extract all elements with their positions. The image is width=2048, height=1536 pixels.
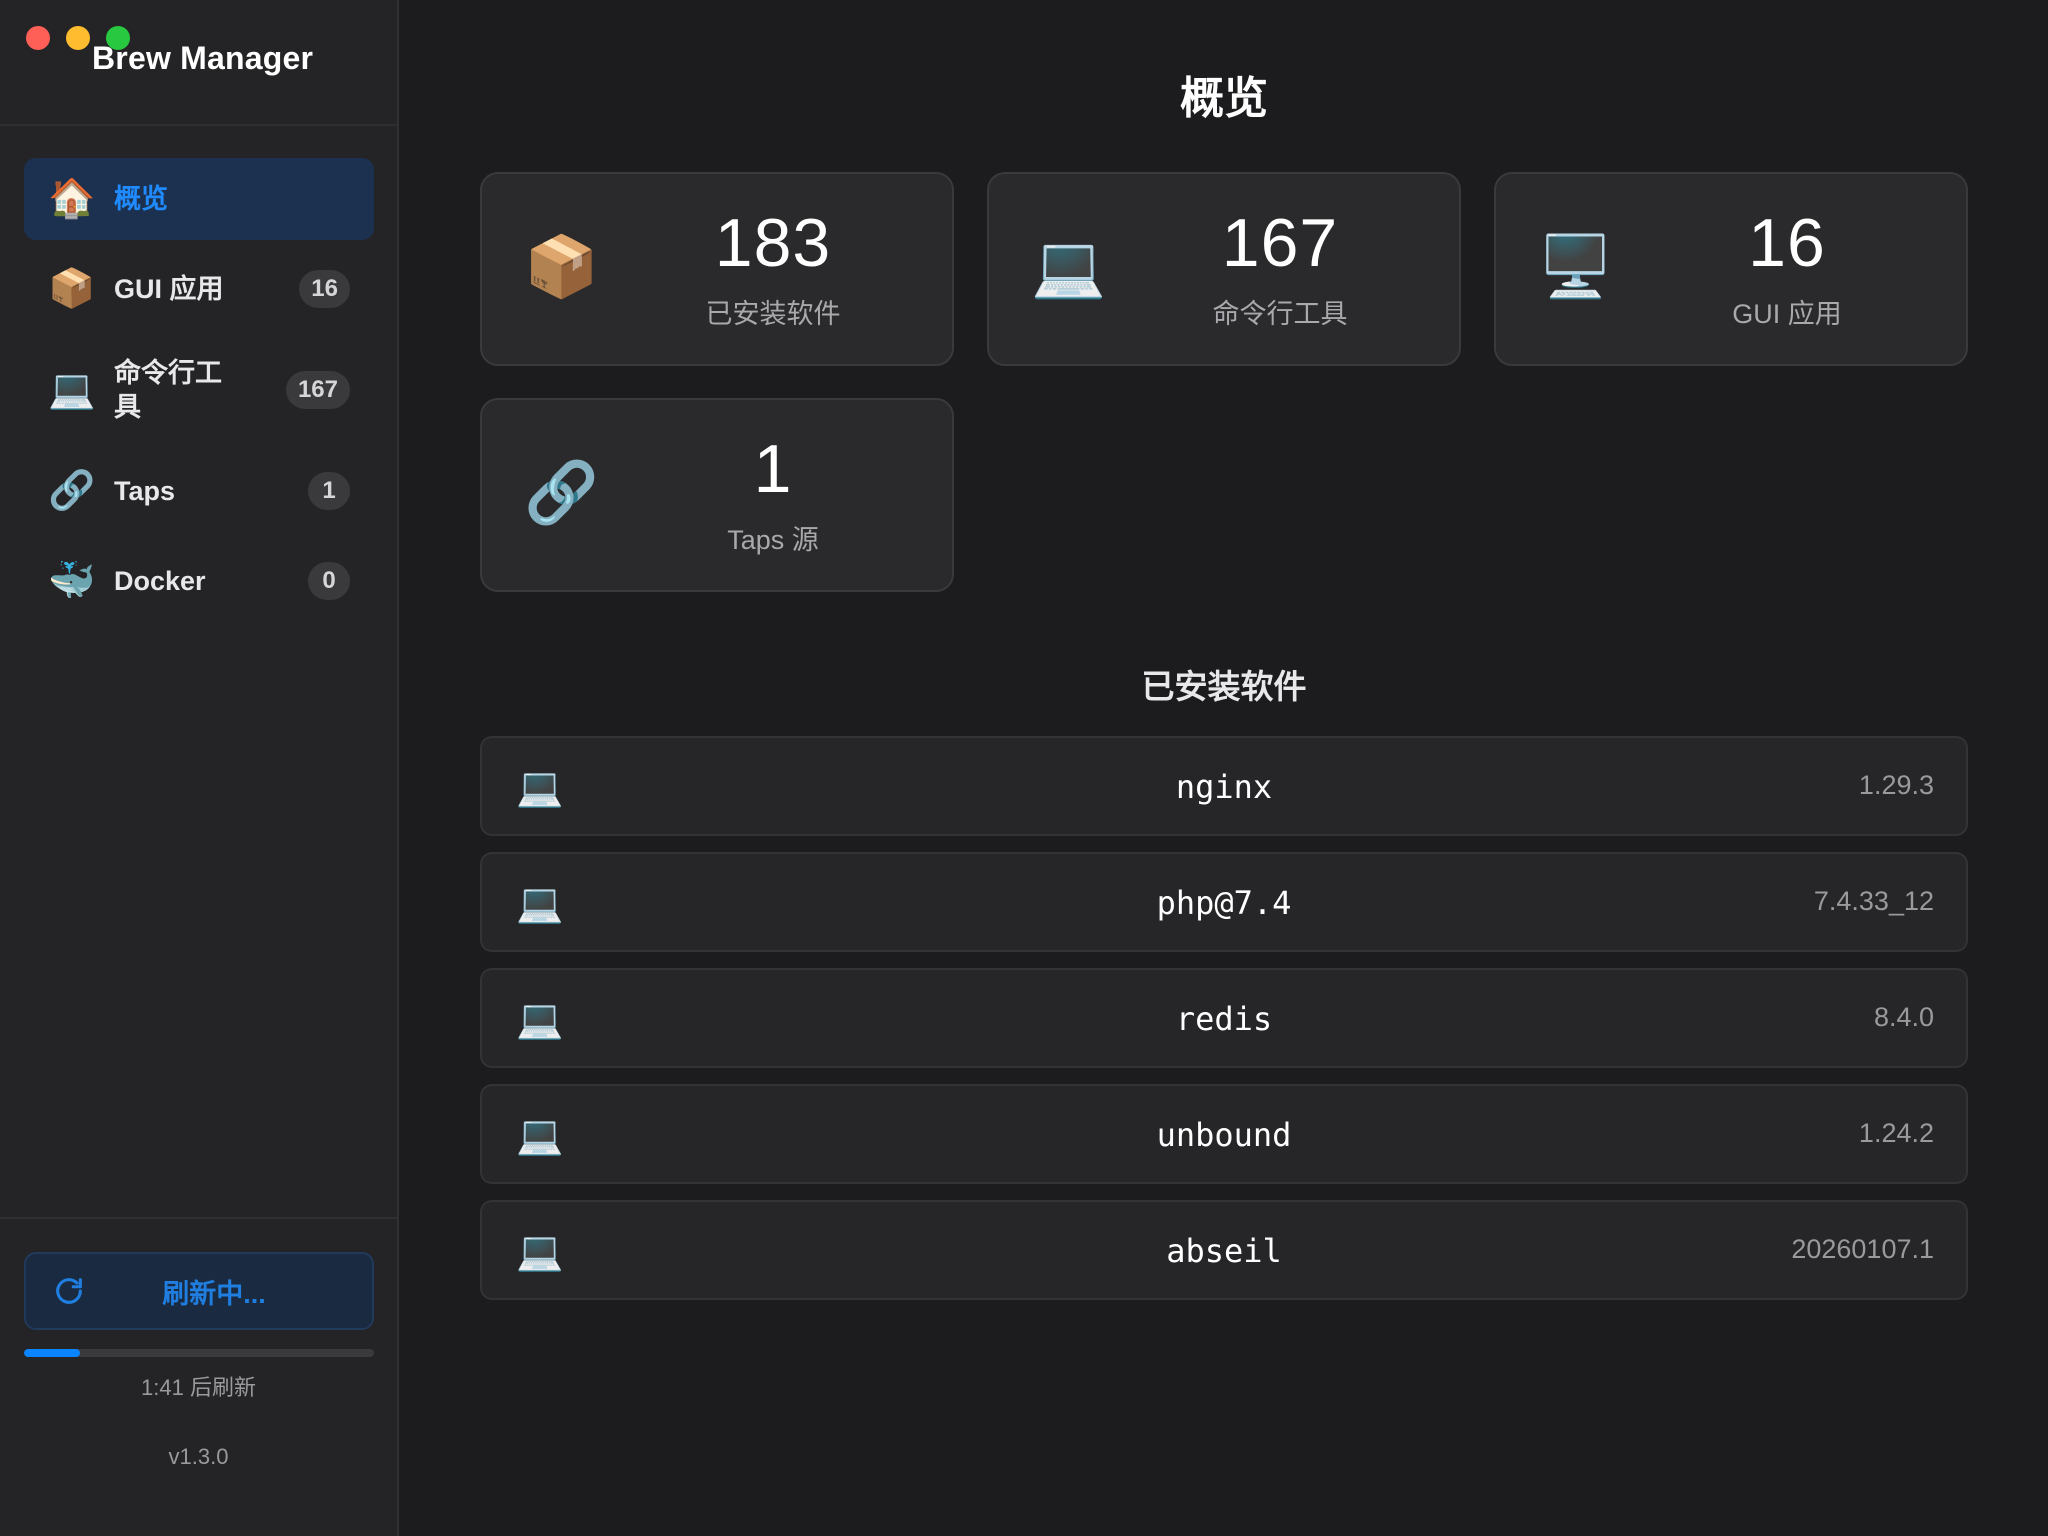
app-version: v1.3.0 (168, 1444, 229, 1469)
count-badge: 1 (308, 472, 350, 510)
sidebar-item-docker[interactable]: 🐳 Docker 0 (24, 540, 374, 622)
package-version: 1.29.3 (1858, 770, 1934, 800)
sidebar-item-label: GUI 应用 (114, 274, 224, 304)
stat-card-installed[interactable]: 📦 183 已安装软件 (480, 172, 954, 366)
stat-card-taps[interactable]: 🔗 1 Taps 源 (480, 398, 954, 592)
stat-card-gui-apps[interactable]: 🖥️ 16 GUI 应用 (1494, 172, 1968, 366)
refresh-button[interactable]: 刷新中... (24, 1252, 374, 1330)
package-name: abseil (1166, 1232, 1282, 1270)
refresh-progress-bar (24, 1349, 374, 1357)
package-row[interactable]: 💻 redis 8.4.0 (480, 968, 1968, 1068)
stat-card-cli-tools[interactable]: 💻 167 命令行工具 (987, 172, 1461, 366)
laptop-icon: 💻 (1031, 233, 1106, 300)
sidebar-item-label: 命令行工具 (114, 358, 222, 422)
package-version: 7.4.33_12 (1813, 886, 1934, 916)
stat-value: 1 (753, 431, 793, 507)
stat-value: 167 (1221, 205, 1339, 281)
stat-label: 命令行工具 (1212, 299, 1348, 329)
main-content: 概览 📦 183 已安装软件 💻 167 命令行工具 🖥️ 16 GUI 应用 … (400, 0, 2048, 1536)
section-title: 已安装软件 (1141, 668, 1307, 705)
sidebar-item-label: Taps (114, 476, 176, 506)
link-icon: 🔗 (524, 459, 599, 526)
sidebar-item-label: Docker (114, 566, 206, 596)
sidebar-divider (0, 124, 397, 126)
count-badge: 16 (299, 270, 350, 308)
stat-label: GUI 应用 (1732, 299, 1842, 329)
whale-icon: 🐳 (48, 560, 96, 602)
refresh-progress-fill (24, 1349, 80, 1357)
refresh-countdown: 1:41 后刷新 (141, 1375, 256, 1400)
refresh-icon (56, 1278, 82, 1304)
package-name: redis (1175, 1000, 1273, 1038)
sidebar-item-gui-apps[interactable]: 📦 GUI 应用 16 (24, 248, 374, 330)
link-icon: 🔗 (48, 470, 96, 512)
package-row[interactable]: 💻 unbound 1.24.2 (480, 1084, 1968, 1184)
package-name: unbound (1156, 1116, 1292, 1154)
close-window-button[interactable] (26, 26, 50, 50)
package-row[interactable]: 💻 nginx 1.29.3 (480, 736, 1968, 836)
stat-value: 16 (1748, 205, 1826, 281)
package-name: nginx (1175, 768, 1273, 806)
app-window: Brew Manager 🏠 概览 📦 GUI 应用 16 💻 命令行工具 16… (0, 0, 2048, 1536)
package-row[interactable]: 💻 abseil 20260107.1 (480, 1200, 1968, 1300)
sidebar-nav: 🏠 概览 📦 GUI 应用 16 💻 命令行工具 167 🔗 Taps 1 🐳 (24, 158, 374, 630)
app-title: Brew Manager (92, 40, 314, 76)
package-name: php@7.4 (1156, 884, 1292, 922)
minimize-window-button[interactable] (66, 26, 90, 50)
count-badge: 167 (285, 371, 350, 409)
package-icon: 📦 (48, 268, 96, 310)
package-row[interactable]: 💻 php@7.4 7.4.33_12 (480, 852, 1968, 952)
sidebar-item-label: 概览 (114, 184, 168, 214)
stat-label: Taps 源 (727, 525, 819, 555)
sidebar-item-cli-tools[interactable]: 💻 命令行工具 167 (24, 338, 374, 442)
stat-label: 已安装软件 (705, 299, 841, 329)
house-icon: 🏠 (48, 178, 96, 220)
sidebar: Brew Manager 🏠 概览 📦 GUI 应用 16 💻 命令行工具 16… (0, 0, 399, 1536)
sidebar-item-taps[interactable]: 🔗 Taps 1 (24, 450, 374, 532)
count-badge: 0 (308, 562, 350, 600)
package-icon: 📦 (524, 233, 599, 300)
sidebar-item-overview[interactable]: 🏠 概览 (24, 158, 374, 240)
laptop-icon: 💻 (48, 369, 96, 411)
package-version: 20260107.1 (1791, 1234, 1934, 1264)
package-version: 1.24.2 (1858, 1118, 1934, 1148)
package-version: 8.4.0 (1873, 1002, 1934, 1032)
sidebar-bottom-divider (0, 1217, 397, 1219)
desktop-computer-icon: 🖥️ (1538, 233, 1613, 300)
stat-value: 183 (714, 205, 832, 281)
page-title: 概览 (1180, 74, 1268, 123)
